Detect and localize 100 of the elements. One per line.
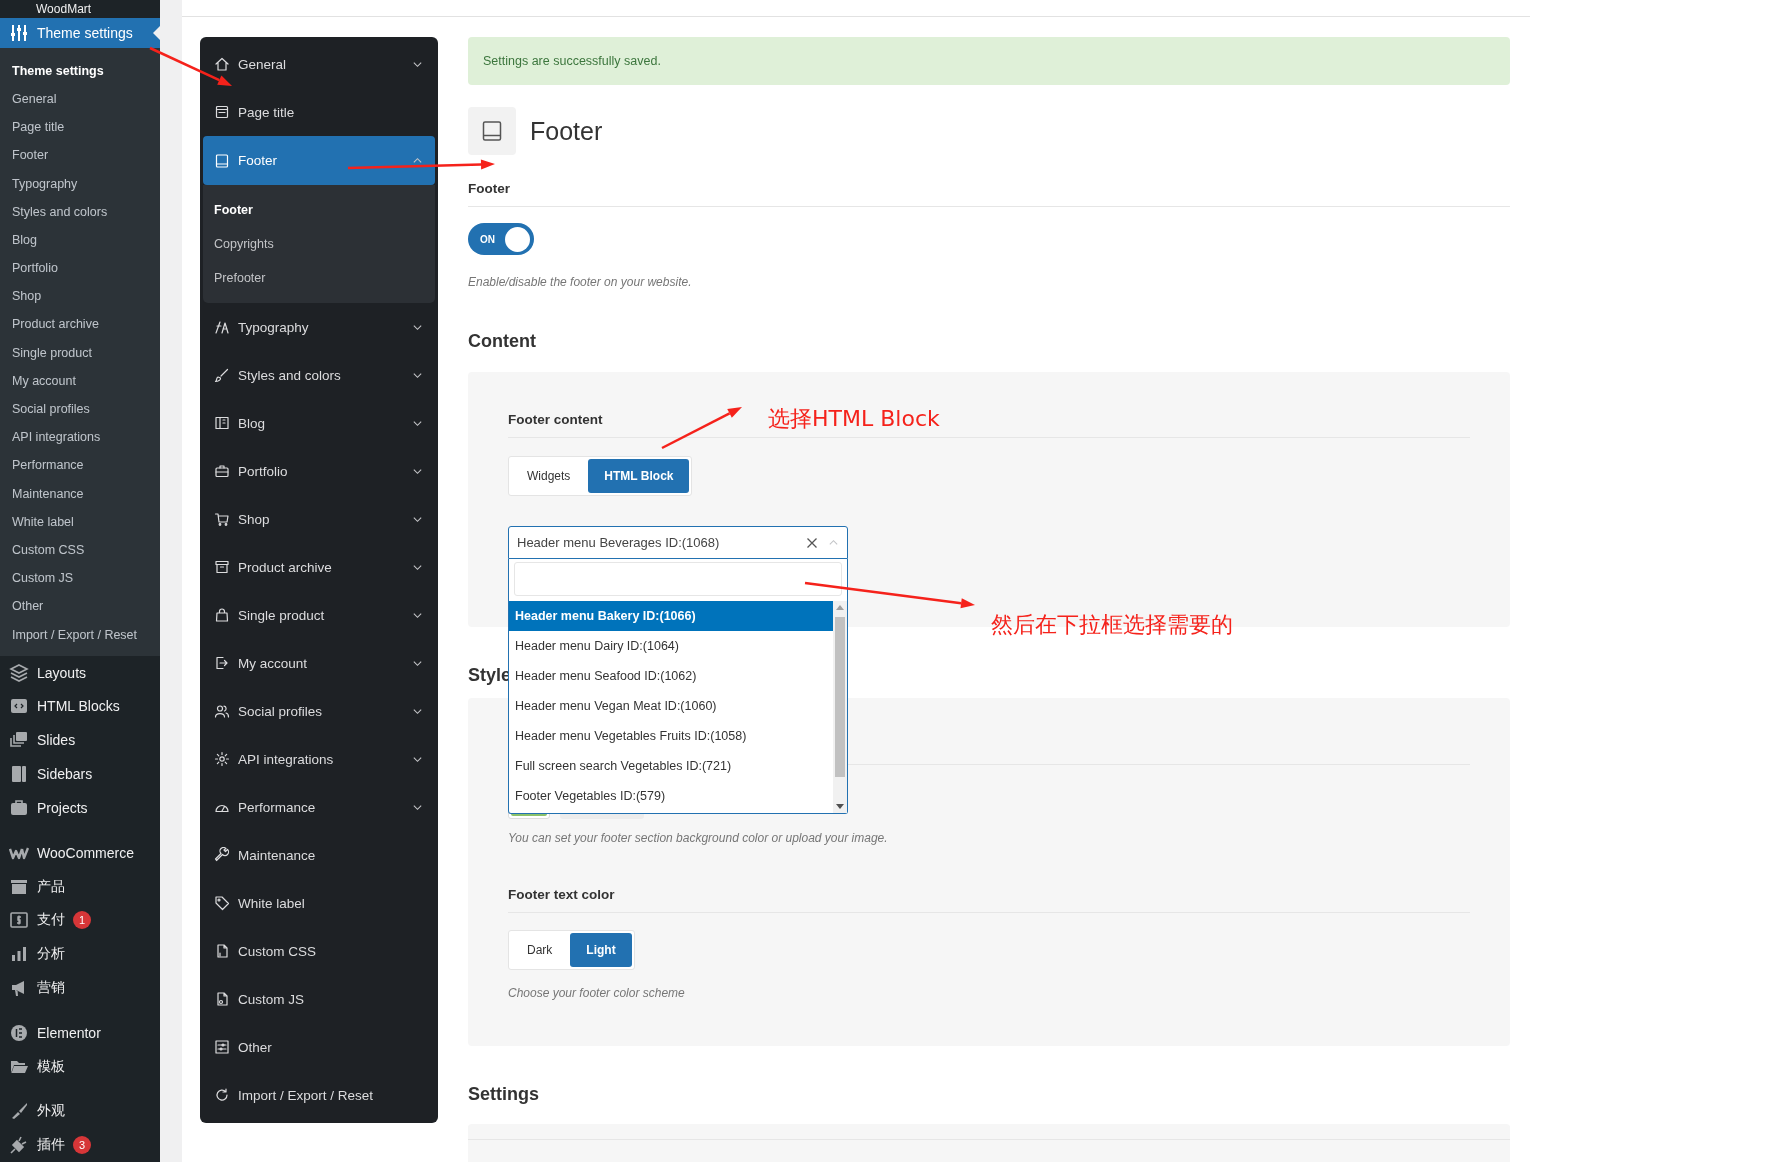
nav-item[interactable]: Maintenance: [203, 831, 435, 879]
menu-item[interactable]: Elementor: [0, 1015, 160, 1050]
layers-icon: [9, 662, 29, 683]
nav-item[interactable]: Custom JS: [203, 975, 435, 1023]
nav-item[interactable]: Page title: [203, 88, 435, 136]
menu-item[interactable]: 支付 1: [0, 903, 160, 938]
users-icon: [214, 703, 230, 719]
nav-item[interactable]: Footer: [203, 136, 435, 185]
submenu-item[interactable]: Performance: [0, 451, 160, 480]
nav-label: Single product: [238, 607, 326, 623]
dropdown-option[interactable]: Header menu Bakery ID:(1066): [509, 601, 833, 631]
nav-item[interactable]: Import / Export / Reset: [203, 1071, 435, 1119]
nav-item[interactable]: Social profiles: [203, 687, 435, 735]
cart-icon: [214, 511, 230, 527]
submenu-item[interactable]: Portfolio: [0, 254, 160, 283]
nav-item[interactable]: Custom CSS: [203, 927, 435, 975]
dropdown-option[interactable]: Header menu Vegetables Fruits ID:(1058): [509, 721, 833, 751]
nav-item[interactable]: General: [203, 40, 435, 88]
menu-item[interactable]: Theme settings: [0, 17, 160, 48]
nav-item[interactable]: Single product: [203, 591, 435, 639]
menu-item[interactable]: Projects: [0, 791, 160, 825]
nav-item[interactable]: White label: [203, 879, 435, 927]
submenu-item[interactable]: Import / Export / Reset: [0, 620, 160, 649]
field-label: Footer: [468, 181, 1510, 207]
menu-label: Slides: [37, 732, 76, 749]
dropdown-option[interactable]: Header menu Seafood ID:(1062): [509, 661, 833, 691]
nav-label: Portfolio: [238, 463, 289, 479]
submenu-item[interactable]: Social profiles: [0, 395, 160, 424]
submenu-item[interactable]: Maintenance: [0, 479, 160, 508]
nav-item[interactable]: Styles and colors: [203, 351, 435, 399]
menu-label: Theme settings: [37, 24, 133, 41]
submenu-item[interactable]: General: [0, 84, 160, 114]
nav-item[interactable]: Other: [203, 1023, 435, 1071]
nav-label: Shop: [238, 511, 271, 527]
page-title: Footer: [530, 116, 603, 146]
dropdown-option[interactable]: Header menu Vegan Meat ID:(1060): [509, 691, 833, 721]
nav-item[interactable]: Shop: [203, 495, 435, 543]
menu-item[interactable]: 分析: [0, 937, 160, 972]
nav-label: Import / Export / Reset: [238, 1087, 375, 1103]
nav-item[interactable]: Portfolio: [203, 447, 435, 495]
login-icon: [214, 655, 230, 671]
nav-item[interactable]: Blog: [203, 399, 435, 447]
submenu-item[interactable]: Shop: [0, 282, 160, 311]
menu-item[interactable]: 模板: [0, 1049, 160, 1084]
option-button[interactable]: HTML Block: [588, 459, 690, 493]
dropdown-option[interactable]: Full screen search Vegetables ID:(721): [509, 751, 833, 781]
option-button[interactable]: Dark: [511, 933, 569, 967]
submenu-item[interactable]: Styles and colors: [0, 197, 160, 226]
submenu-item[interactable]: White label: [0, 507, 160, 536]
caret-icon[interactable]: [836, 804, 844, 809]
submenu-item[interactable]: Other: [0, 592, 160, 621]
scrollbar[interactable]: [833, 601, 847, 813]
sidebar-icon: [9, 764, 29, 785]
nav-subitem[interactable]: Copyrights: [203, 227, 435, 261]
option-button[interactable]: Light: [570, 933, 632, 967]
menu-item[interactable]: Slides: [0, 723, 160, 758]
submenu-item[interactable]: Product archive: [0, 310, 160, 339]
submenu-item[interactable]: API integrations: [0, 423, 160, 452]
submenu-item[interactable]: Blog: [0, 225, 160, 255]
menu-item[interactable]: Sidebars: [0, 757, 160, 791]
elementor-icon: [9, 1022, 29, 1043]
submenu-item[interactable]: Typography: [0, 169, 160, 198]
archive-icon: [214, 559, 230, 575]
toggle-switch[interactable]: ON: [468, 223, 534, 255]
menu-item[interactable]: 外观: [0, 1094, 160, 1129]
select-field[interactable]: Header menu Beverages ID:(1068): [508, 526, 848, 559]
field-description: Choose your footer color scheme: [508, 986, 686, 1000]
option-button[interactable]: Widgets: [511, 459, 587, 493]
dropdown-option[interactable]: Footer Vegetables ID:(579): [509, 781, 833, 811]
nav-item[interactable]: API integrations: [203, 735, 435, 783]
close-icon[interactable]: [806, 536, 818, 549]
submenu-item[interactable]: My account: [0, 366, 160, 395]
menu-item[interactable]: WoodMart: [0, 0, 160, 18]
menu-item[interactable]: Layouts: [0, 655, 160, 690]
nav-subitem[interactable]: Footer: [203, 193, 435, 227]
nav-item[interactable]: Typography: [203, 303, 435, 351]
dropdown-option[interactable]: Header menu Dairy ID:(1064): [509, 631, 833, 661]
submenu-item[interactable]: Custom CSS: [0, 535, 160, 565]
search-field[interactable]: [514, 562, 842, 596]
menu-item[interactable]: WooCommerce: [0, 835, 160, 870]
submenu-item[interactable]: Footer: [0, 141, 160, 170]
submenu-item[interactable]: Single product: [0, 338, 160, 367]
submenu-item[interactable]: Theme settings: [0, 56, 160, 85]
menu-item[interactable]: HTML Blocks: [0, 689, 160, 724]
menu-item[interactable]: 产品: [0, 869, 160, 904]
menu-item[interactable]: 插件 3: [0, 1128, 160, 1162]
nav-item[interactable]: Product archive: [203, 543, 435, 591]
menu-label: 模板: [37, 1057, 65, 1076]
nav-label: White label: [238, 895, 306, 911]
menu-label: Projects: [37, 799, 88, 816]
submenu-item[interactable]: Custom JS: [0, 564, 160, 593]
field-description: You can set your footer section background color or upload your image.: [508, 831, 889, 845]
menu-item[interactable]: 营销: [0, 971, 160, 1005]
nav-item[interactable]: My account: [203, 639, 435, 687]
briefcase-icon: [9, 797, 29, 818]
nav-item[interactable]: Performance: [203, 783, 435, 831]
annotation-text: 然后在下拉框选择需要的: [991, 611, 1233, 639]
nav-label: Performance: [238, 799, 317, 815]
submenu-item[interactable]: Page title: [0, 113, 160, 142]
nav-subitem[interactable]: Prefooter: [203, 261, 435, 295]
